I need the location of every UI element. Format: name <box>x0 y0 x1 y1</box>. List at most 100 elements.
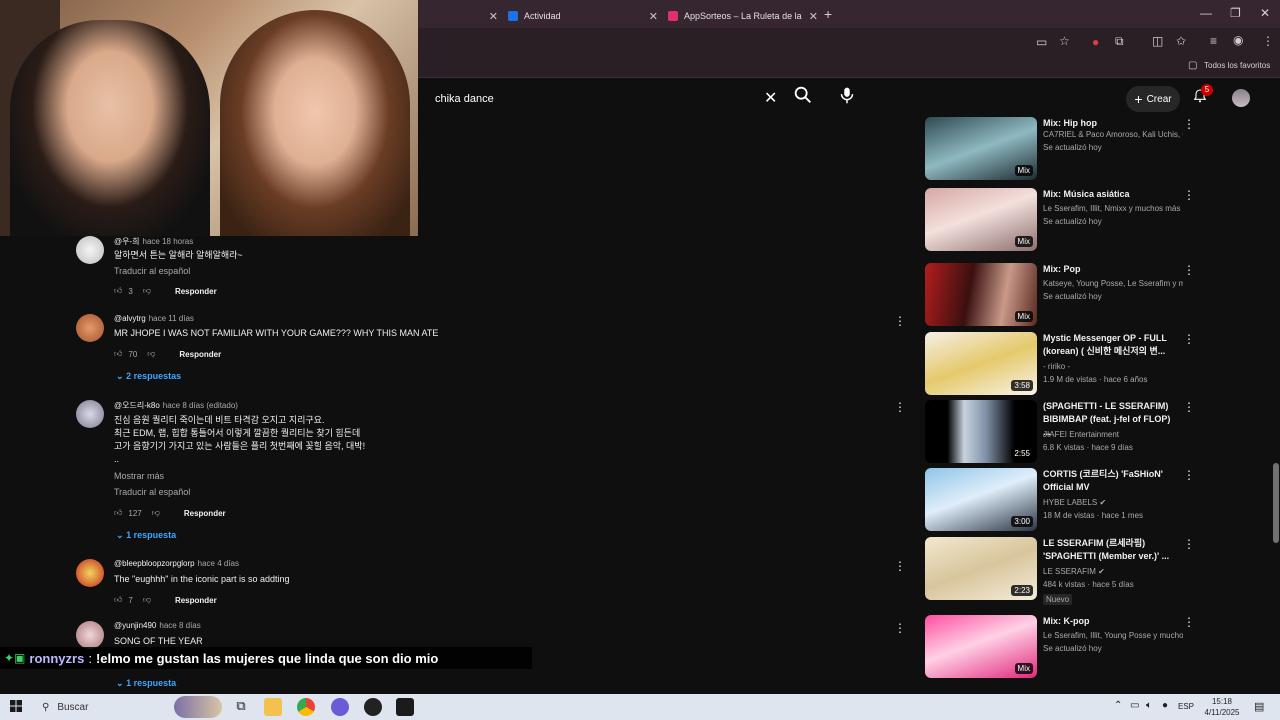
video-title[interactable]: Mix: Música asiática <box>1043 188 1177 201</box>
chrome-icon[interactable] <box>297 698 315 716</box>
recommendation-item[interactable]: 3:58 Mystic Messenger OP - FULL (korean)… <box>925 332 1195 398</box>
more-options-icon[interactable]: ⋮ <box>1183 263 1195 277</box>
translate-link[interactable]: Traducir al español <box>114 487 190 497</box>
close-icon[interactable]: ✕ <box>489 10 498 23</box>
more-options-icon[interactable]: ⋮ <box>1183 615 1195 629</box>
comment-author[interactable]: @우-희 <box>114 237 140 246</box>
capcut-icon[interactable] <box>396 698 414 716</box>
video-thumbnail[interactable]: Mix <box>925 188 1037 251</box>
video-thumbnail[interactable]: Mix <box>925 117 1037 180</box>
video-title[interactable]: CORTIS (코르티스) 'FaSHioN' Official MV <box>1043 468 1177 494</box>
video-thumbnail[interactable]: Mix <box>925 615 1037 678</box>
close-icon[interactable]: ✕ <box>649 10 658 23</box>
menu-icon[interactable]: ⋮ <box>1262 34 1274 48</box>
replies-toggle[interactable]: ⌄ 2 respuestas <box>116 371 181 382</box>
comment-author[interactable]: @yunjin490 <box>114 621 156 630</box>
avatar[interactable] <box>76 314 104 342</box>
more-options-icon[interactable]: ⋮ <box>1183 332 1195 346</box>
search-input[interactable]: chika dance <box>426 86 806 112</box>
thumbs-up-icon[interactable]: 👍︎ <box>114 349 122 359</box>
restore-icon[interactable]: ❐ <box>1230 6 1241 20</box>
replies-toggle[interactable]: ⌄ 1 respuesta <box>116 678 176 689</box>
search-icon[interactable] <box>792 84 814 106</box>
comment-author[interactable]: @alvytrg <box>114 314 146 323</box>
avatar[interactable] <box>1232 89 1250 107</box>
taskbar-search[interactable]: ⚲ Buscar <box>36 696 166 718</box>
comment-menu-icon[interactable]: ⋮ <box>894 559 906 573</box>
scrollbar-thumb[interactable] <box>1273 463 1279 543</box>
video-thumbnail[interactable]: 3:58 <box>925 332 1037 395</box>
thumbs-up-icon[interactable]: 👍︎ <box>114 286 122 296</box>
system-clock[interactable]: 15:18 4/11/2025 <box>1200 696 1244 718</box>
microphone-icon[interactable] <box>836 84 858 106</box>
avatar[interactable] <box>76 236 104 264</box>
microphone-icon[interactable]: ● <box>1162 700 1168 711</box>
notifications-button[interactable]: 5 <box>1192 84 1213 109</box>
thumbs-up-icon[interactable]: 👍︎ <box>114 508 122 518</box>
recommendation-item[interactable]: Mix Mix: K-pop Le Sserafim, Illit, Young… <box>925 615 1195 681</box>
language-indicator[interactable]: ESP <box>1178 702 1194 711</box>
recommendation-item[interactable]: Mix Mix: Pop Katseye, Young Posse, Le Ss… <box>925 263 1195 329</box>
comment-author[interactable]: @bleepbloopzorpglorp <box>114 559 195 568</box>
all-bookmarks-link[interactable]: Todos los favoritos <box>1204 61 1270 70</box>
new-tab-button[interactable]: + <box>824 6 832 22</box>
more-options-icon[interactable]: ⋮ <box>1183 400 1195 414</box>
screenshot-icon[interactable]: ◫ <box>1152 34 1163 48</box>
close-icon[interactable]: ✕ <box>809 10 818 23</box>
star-icon[interactable]: ☆ <box>1059 34 1070 48</box>
chevron-up-icon[interactable]: ⌃ <box>1114 700 1122 711</box>
cast-icon[interactable]: ▭ <box>1036 35 1047 49</box>
recommendation-item[interactable]: 2:55 (SPAGHETTI - LE SSERAFIM) BIBIMBAP … <box>925 400 1195 466</box>
recommendation-item[interactable]: Mix Mix: Música asiática Le Sserafim, Il… <box>925 188 1195 254</box>
reply-button[interactable]: Responder <box>184 509 226 518</box>
windows-start-icon[interactable] <box>10 700 22 712</box>
more-options-icon[interactable]: ⋮ <box>1183 537 1195 551</box>
video-title[interactable]: Mix: Hip hop <box>1043 117 1177 130</box>
favorites-icon[interactable]: ✩ <box>1176 34 1186 48</box>
video-thumbnail[interactable]: 2:23 <box>925 537 1037 600</box>
task-view-icon[interactable]: ⧉ <box>232 698 250 716</box>
comment-menu-icon[interactable]: ⋮ <box>894 400 906 414</box>
scrollbar[interactable] <box>1272 78 1280 690</box>
comment-time[interactable]: hace 8 días <box>159 621 200 630</box>
comment-time[interactable]: hace 11 días <box>149 314 194 323</box>
more-options-icon[interactable]: ⋮ <box>1183 117 1195 131</box>
media-icon[interactable]: ≡ <box>1210 34 1217 48</box>
create-button[interactable]: + Crear <box>1126 86 1180 112</box>
video-thumbnail[interactable]: 2:55 <box>925 400 1037 463</box>
obs-icon[interactable] <box>364 698 382 716</box>
discord-icon[interactable] <box>331 698 349 716</box>
video-title[interactable]: Mix: K-pop <box>1043 615 1177 628</box>
notification-center-icon[interactable]: ▤ <box>1254 700 1264 713</box>
extension-red-icon[interactable]: ● <box>1092 35 1099 49</box>
video-title[interactable]: Mystic Messenger OP - FULL (korean) ( 신비… <box>1043 332 1177 358</box>
more-options-icon[interactable]: ⋮ <box>1183 188 1195 202</box>
clear-search-icon[interactable]: ✕ <box>764 88 777 108</box>
thumbs-down-icon[interactable]: 👎︎ <box>152 508 160 518</box>
thumbs-up-icon[interactable]: 👍︎ <box>114 595 122 605</box>
thumbs-down-icon[interactable]: 👎︎ <box>147 349 155 359</box>
thumbs-down-icon[interactable]: 👎︎ <box>143 286 151 296</box>
browser-tab-1[interactable]: ✕ <box>418 4 498 28</box>
browser-tab-actividad[interactable]: Actividad ✕ <box>508 4 658 28</box>
more-options-icon[interactable]: ⋮ <box>1183 468 1195 482</box>
comment-time[interactable]: hace 8 días (editado) <box>163 401 238 410</box>
profile-icon[interactable]: ◉ <box>1233 33 1243 47</box>
thumbs-down-icon[interactable]: 👎︎ <box>143 595 151 605</box>
network-icon[interactable]: ▭ <box>1130 700 1139 711</box>
translate-link[interactable]: Traducir al español <box>114 266 190 276</box>
reply-button[interactable]: Responder <box>179 350 221 359</box>
comment-time[interactable]: hace 18 horas <box>143 237 194 246</box>
weather-widget-icon[interactable] <box>174 696 222 718</box>
avatar[interactable] <box>76 621 104 649</box>
video-thumbnail[interactable]: Mix <box>925 263 1037 326</box>
browser-tab-appsorteos[interactable]: AppSorteos – La Ruleta de la S ✕ <box>668 4 818 28</box>
reply-button[interactable]: Responder <box>175 287 217 296</box>
comment-menu-icon[interactable]: ⋮ <box>894 621 906 635</box>
close-window-icon[interactable]: ✕ <box>1260 6 1270 20</box>
recommendation-item[interactable]: Mix Mix: Hip hop CA7RIEL & Paco Amoroso,… <box>925 117 1195 183</box>
video-thumbnail[interactable]: 3:00 <box>925 468 1037 531</box>
avatar[interactable] <box>76 400 104 428</box>
recommendation-item[interactable]: 2:23 LE SSERAFIM (르세라핌) 'SPAGHETTI (Memb… <box>925 537 1195 605</box>
video-title[interactable]: Mix: Pop <box>1043 263 1177 276</box>
